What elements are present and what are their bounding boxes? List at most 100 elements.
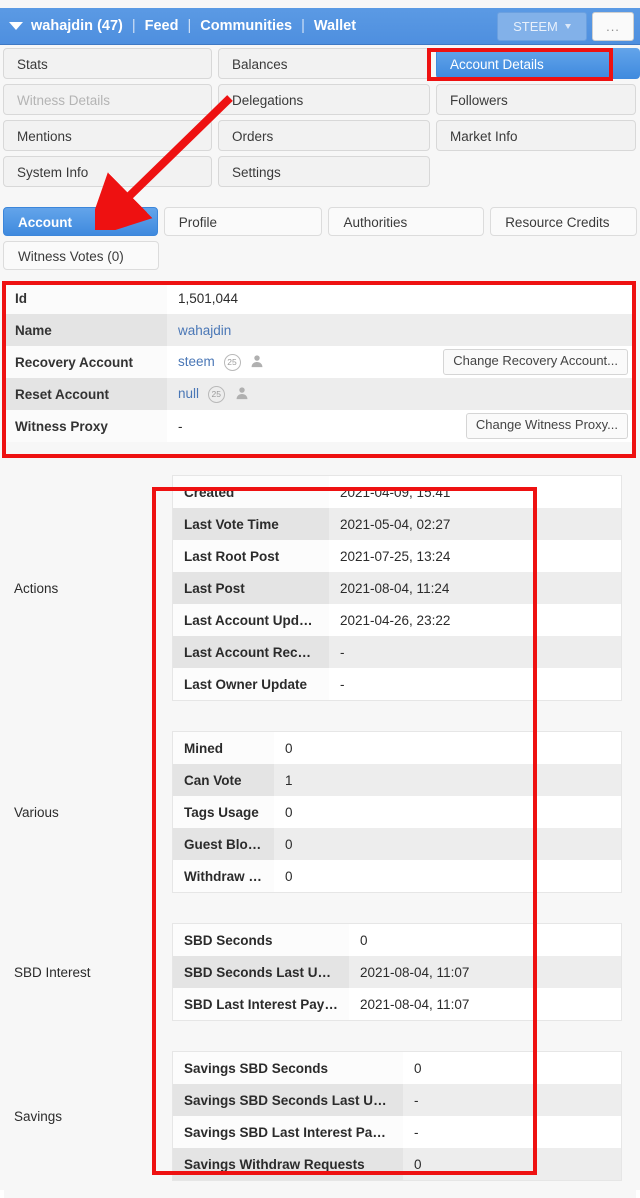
table-row: SBD Seconds Last Update 2021-08-04, 11:0… (173, 956, 621, 988)
main-tab-grid: Stats Balances Account Details Witness D… (0, 48, 640, 192)
row-value-last-owner-update: - (329, 668, 621, 700)
tab-witness-details: Witness Details (3, 84, 212, 115)
table-row: Tags Usage 0 (173, 796, 621, 828)
table-row: Last Post 2021-08-04, 11:24 (173, 572, 621, 604)
row-label-withdraw-routes: Withdraw Routes (173, 860, 274, 892)
row-value-last-root-post: 2021-07-25, 13:24 (329, 540, 621, 572)
table-row: Witness Proxy - Change Witness Proxy... (4, 410, 636, 442)
row-label-last-post: Last Post (173, 572, 329, 604)
nav-link-wallet[interactable]: Wallet (314, 18, 356, 34)
user-avatar-icon (250, 354, 264, 371)
row-label-tags-usage: Tags Usage (173, 796, 274, 828)
table-row: Savings SBD Last Interest Payment - (173, 1116, 621, 1148)
row-label-savings-sbd-seconds-last-update: Savings SBD Seconds Last Update (173, 1084, 403, 1116)
row-label-savings-withdraw-requests: Savings Withdraw Requests (173, 1148, 403, 1180)
tab-stats[interactable]: Stats (3, 48, 212, 79)
tab-followers[interactable]: Followers (436, 84, 636, 115)
row-value-recovery-account-cell: steem 25 Change Recovery Account... (167, 346, 636, 378)
row-value-name-cell: wahajdin (167, 314, 636, 346)
savings-table: Savings SBD Seconds 0 Savings SBD Second… (172, 1051, 622, 1181)
subtab-account[interactable]: Account (3, 207, 158, 236)
table-row: Last Owner Update - (173, 668, 621, 700)
row-value-savings-sbd-seconds: 0 (403, 1052, 621, 1084)
tab-system-info[interactable]: System Info (3, 156, 212, 187)
row-value-can-vote: 1 (274, 764, 621, 796)
row-label-mined: Mined (173, 732, 274, 764)
change-recovery-account-button[interactable]: Change Recovery Account... (443, 349, 628, 375)
tab-balances[interactable]: Balances (218, 48, 430, 79)
reset-account-link[interactable]: null (178, 386, 199, 401)
nav-link-feed[interactable]: Feed (145, 18, 179, 34)
table-row: Last Account Update 2021-04-26, 23:22 (173, 604, 621, 636)
row-label-last-account-update: Last Account Update (173, 604, 329, 636)
row-label-sbd-seconds-last-update: SBD Seconds Last Update (173, 956, 349, 988)
section-savings: Savings Savings SBD Seconds 0 Savings SB… (4, 1034, 636, 1198)
nav-link-communities[interactable]: Communities (200, 18, 292, 34)
row-label-last-vote-time: Last Vote Time (173, 508, 329, 540)
row-label-guest-bloggers: Guest Bloggers (173, 828, 274, 860)
tab-row-4: System Info Settings (0, 156, 640, 187)
table-row: Recovery Account steem 25 Change Recover… (4, 346, 636, 378)
top-navigation-bar: wahajdin (47) | Feed | Communities | Wal… (0, 8, 640, 45)
chevron-down-icon (564, 23, 571, 29)
overflow-menu-button[interactable]: ... (592, 11, 634, 41)
recovery-account-link[interactable]: steem (178, 354, 215, 369)
tab-settings[interactable]: Settings (218, 156, 430, 187)
token-select-steem[interactable]: STEEM (497, 11, 587, 41)
table-row: Name wahajdin (4, 314, 636, 346)
row-label-can-vote: Can Vote (173, 764, 274, 796)
reputation-badge: 25 (223, 353, 241, 371)
table-row: SBD Last Interest Payment 2021-08-04, 11… (173, 988, 621, 1020)
account-name-value-link[interactable]: wahajdin (178, 323, 231, 338)
subtab-profile[interactable]: Profile (163, 207, 323, 236)
tab-market-info[interactable]: Market Info (436, 120, 636, 151)
row-label-sbd-seconds: SBD Seconds (173, 924, 349, 956)
overflow-menu-label: ... (606, 18, 620, 34)
row-label-name: Name (4, 314, 167, 346)
table-row: Id 1,501,044 (4, 282, 636, 314)
section-actions: Actions Created 2021-04-09, 15:41 Last V… (4, 458, 636, 718)
chevron-down-icon[interactable] (9, 22, 23, 30)
table-row: Guest Bloggers 0 (173, 828, 621, 860)
active-tab-right-cap (613, 48, 640, 79)
table-row: Last Vote Time 2021-05-04, 02:27 (173, 508, 621, 540)
table-row: Savings SBD Seconds Last Update - (173, 1084, 621, 1116)
row-value-last-vote-time: 2021-05-04, 02:27 (329, 508, 621, 540)
page-root: wahajdin (47) | Feed | Communities | Wal… (0, 0, 640, 1198)
row-value-sbd-last-interest-payment: 2021-08-04, 11:07 (349, 988, 621, 1020)
subtab-resource-credits[interactable]: Resource Credits (490, 207, 637, 236)
row-label-witness-proxy: Witness Proxy (4, 410, 167, 442)
subtab-witness-votes[interactable]: Witness Votes (0) (3, 241, 159, 270)
tab-mentions[interactable]: Mentions (3, 120, 212, 151)
table-row: SBD Seconds 0 (173, 924, 621, 956)
sub-tab-row-1: Account Profile Authorities Resource Cre… (0, 207, 640, 236)
row-label-last-root-post: Last Root Post (173, 540, 329, 572)
row-value-withdraw-routes: 0 (274, 860, 621, 892)
account-name-link[interactable]: wahajdin (47) (31, 18, 123, 34)
row-label-last-account-recovery: Last Account Recovery (173, 636, 329, 668)
tab-orders[interactable]: Orders (218, 120, 430, 151)
row-value-mined: 0 (274, 732, 621, 764)
top-nav-links: wahajdin (47) | Feed | Communities | Wal… (0, 18, 497, 34)
section-label-actions: Actions (14, 580, 59, 596)
row-label-recovery-account: Recovery Account (4, 346, 167, 378)
row-value-sbd-seconds: 0 (349, 924, 621, 956)
subtab-authorities[interactable]: Authorities (328, 207, 485, 236)
sbd-interest-table: SBD Seconds 0 SBD Seconds Last Update 20… (172, 923, 622, 1021)
row-value-last-post: 2021-08-04, 11:24 (329, 572, 621, 604)
change-witness-proxy-button[interactable]: Change Witness Proxy... (465, 413, 628, 439)
reputation-badge: 25 (207, 385, 225, 403)
row-label-sbd-last-interest-payment: SBD Last Interest Payment (173, 988, 349, 1020)
nav-separator-3: | (301, 18, 305, 34)
tab-delegations[interactable]: Delegations (218, 84, 430, 115)
tab-account-details[interactable]: Account Details (436, 48, 636, 79)
row-value-guest-bloggers: 0 (274, 828, 621, 860)
witness-proxy-value: - (178, 418, 183, 434)
row-value-reset-account-cell: null 25 (167, 378, 636, 410)
row-value-created: 2021-04-09, 15:41 (329, 476, 621, 508)
section-various: Various Mined 0 Can Vote 1 Tags Usage 0 … (4, 714, 636, 910)
table-row: Last Root Post 2021-07-25, 13:24 (173, 540, 621, 572)
row-value-witness-proxy-cell: - Change Witness Proxy... (167, 410, 636, 442)
nav-separator-1: | (131, 18, 136, 34)
account-info-table: Id 1,501,044 Name wahajdin Recovery Acco… (4, 282, 636, 442)
